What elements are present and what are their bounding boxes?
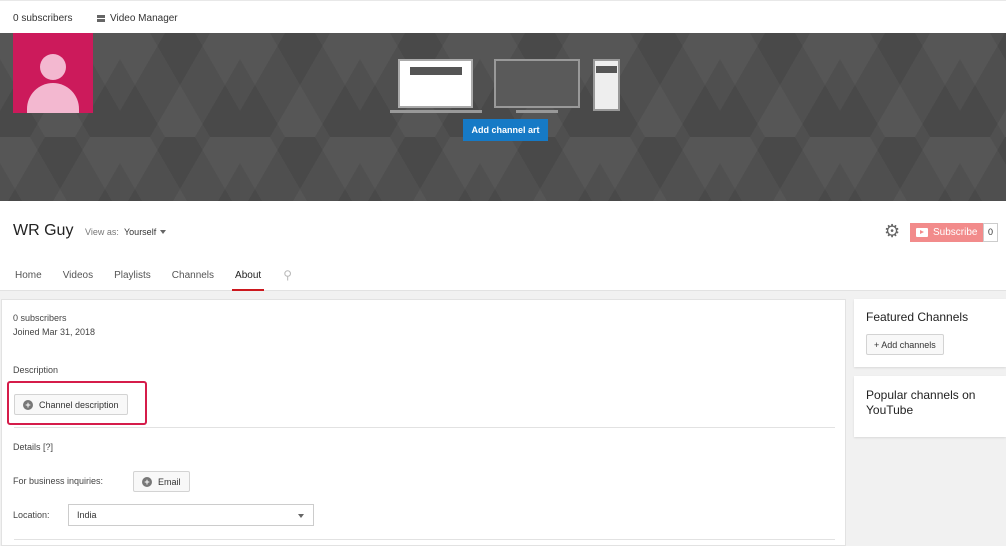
view-as-label: View as:	[85, 227, 119, 237]
tab-playlists[interactable]: Playlists	[114, 262, 151, 291]
channel-description-label: Channel description	[39, 399, 119, 410]
view-as-dropdown[interactable]: Yourself	[124, 227, 167, 237]
details-heading[interactable]: Details [?]	[13, 442, 53, 452]
location-select[interactable]: India	[68, 504, 314, 526]
avatar-body-icon	[27, 83, 79, 113]
featured-channels-card: Featured Channels + Add channels	[854, 299, 1006, 367]
chevron-down-icon	[298, 514, 304, 518]
location-value: India	[77, 510, 97, 520]
view-as-value: Yourself	[124, 227, 157, 237]
channel-description-button[interactable]: + Channel description	[14, 394, 128, 415]
search-icon[interactable]: ⚲	[283, 262, 292, 291]
channel-header: WR Guy View as: Yourself ⚙ Subscribe 0 H…	[0, 201, 1006, 291]
laptop-base	[390, 110, 482, 113]
video-manager-label: Video Manager	[110, 13, 178, 24]
tab-channels[interactable]: Channels	[172, 262, 214, 291]
tab-home[interactable]: Home	[15, 262, 42, 291]
divider	[14, 427, 835, 428]
add-circle-icon: +	[142, 476, 152, 487]
tv-stand	[516, 110, 558, 113]
video-manager-link[interactable]: Video Manager	[97, 13, 178, 24]
email-label: Email	[158, 476, 181, 487]
channel-tabs: Home Videos Playlists Channels About ⚲	[0, 262, 292, 291]
youtube-play-icon	[916, 228, 928, 237]
about-subscribers: 0 subscribers	[13, 313, 67, 323]
laptop-icon	[398, 59, 473, 108]
popular-channels-title: Popular channels on YouTube	[866, 388, 976, 417]
business-inquiries-label: For business inquiries:	[13, 476, 104, 486]
top-bar: 0 subscribers Video Manager	[0, 0, 1006, 33]
chevron-down-icon	[160, 230, 167, 234]
subscriber-count: 0 subscribers	[13, 13, 73, 24]
video-manager-icon	[97, 14, 105, 23]
about-panel: 0 subscribers Joined Mar 31, 2018 Descri…	[1, 299, 846, 546]
tab-videos[interactable]: Videos	[63, 262, 93, 291]
subscribe-button[interactable]: Subscribe	[910, 223, 983, 242]
divider	[14, 539, 835, 540]
channel-name: WR Guy	[13, 222, 74, 239]
phone-icon	[593, 59, 620, 111]
tv-icon	[494, 59, 580, 108]
location-label: Location:	[13, 510, 50, 520]
device-preview-illustration	[390, 59, 630, 115]
featured-channels-title: Featured Channels	[866, 310, 969, 324]
channel-avatar[interactable]	[13, 33, 93, 113]
add-channel-art-button[interactable]: Add channel art	[463, 119, 548, 141]
add-channels-button[interactable]: + Add channels	[866, 334, 944, 355]
gear-icon[interactable]: ⚙	[884, 222, 900, 240]
subscriber-count-badge: 0	[983, 223, 998, 242]
subscribe-label: Subscribe	[933, 227, 978, 238]
popular-channels-card: Popular channels on YouTube	[854, 376, 1006, 437]
tab-about[interactable]: About	[232, 262, 265, 291]
joined-date: Joined Mar 31, 2018	[13, 327, 96, 337]
avatar-head-icon	[40, 54, 66, 80]
email-button[interactable]: + Email	[133, 471, 190, 492]
channel-banner: Add channel art	[0, 33, 1006, 201]
add-circle-icon: +	[23, 399, 33, 410]
description-heading: Description	[13, 365, 59, 375]
